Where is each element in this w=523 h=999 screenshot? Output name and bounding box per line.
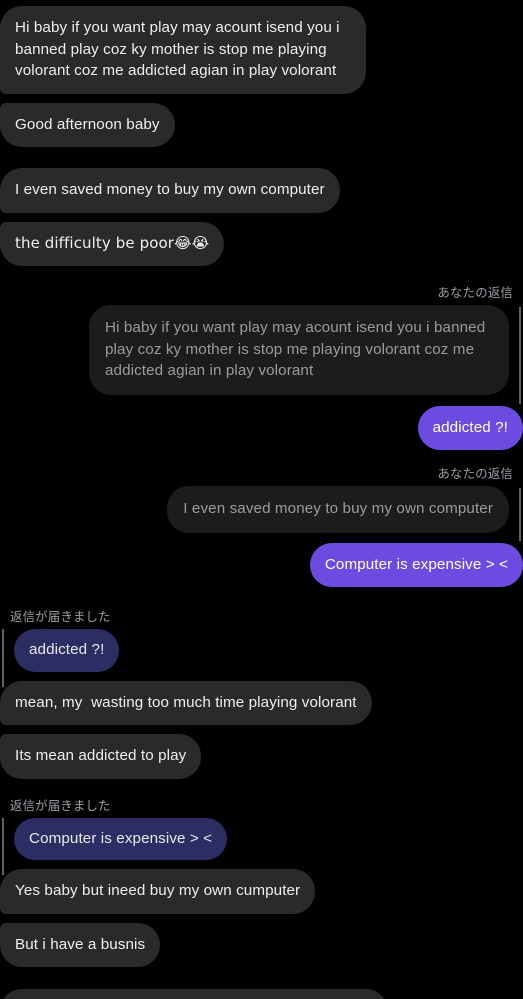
message-row[interactable]: mean, my wasting too much time playing v… xyxy=(0,680,523,725)
message-row[interactable]: Good afternoon baby xyxy=(0,102,523,147)
message-bubble-received[interactable]: But i have a busnis xyxy=(0,922,161,967)
quote-indicator-rail xyxy=(2,629,4,687)
message-bubble-received[interactable]: Good afternoon baby xyxy=(0,102,175,147)
reply-label-reply-received: 返信が届きました xyxy=(10,610,111,624)
echoed-reply-bubble[interactable]: addicted ?! xyxy=(14,629,120,672)
message-bubble-received[interactable]: the difficulty be poor😂😭 xyxy=(0,221,225,266)
message-row[interactable]: But i have a busnis xyxy=(0,922,523,967)
message-bubble-received[interactable]: mean, you're wasting too much time playi… xyxy=(0,989,389,999)
message-bubble-received[interactable]: Hi baby if you want play may acount isen… xyxy=(0,6,366,94)
message-bubble-received[interactable]: Its mean addicted to play xyxy=(0,734,202,779)
message-bubble-sent[interactable]: Computer is expensive > < xyxy=(309,542,523,587)
message-row[interactable]: addicted ?! xyxy=(0,405,523,450)
reply-block-incoming[interactable]: 返信が届きました Computer is expensive > < Yes b… xyxy=(0,798,523,967)
message-row[interactable]: I even saved money to buy my own compute… xyxy=(0,168,523,213)
reply-block-outgoing[interactable]: あなたの返信 I even saved money to buy my own … xyxy=(0,466,523,587)
reply-block-outgoing[interactable]: あなたの返信 Hi baby if you want play may acou… xyxy=(0,285,523,450)
message-row[interactable]: Hi baby if you want play may acount isen… xyxy=(0,6,523,94)
echoed-reply-bubble[interactable]: Computer is expensive > < xyxy=(14,817,228,860)
message-bubble-received[interactable]: Yes baby but ineed buy my own cumputer xyxy=(0,869,316,914)
quoted-message-bubble[interactable]: I even saved money to buy my own compute… xyxy=(167,486,509,533)
chat-conversation-view[interactable]: Hi baby if you want play may acount isen… xyxy=(0,0,523,999)
reply-label-reply-received: 返信が届きました xyxy=(10,798,111,813)
quoted-message-bubble[interactable]: Hi baby if you want play may acount isen… xyxy=(89,305,509,395)
message-row[interactable]: Its mean addicted to play xyxy=(0,734,523,779)
reply-block-incoming[interactable]: 返信が届きました addicted ?! mean, my wasting to… xyxy=(0,609,523,779)
message-row[interactable]: Computer is expensive > < xyxy=(0,542,523,587)
message-row[interactable]: the difficulty be poor😂😭 xyxy=(0,221,523,266)
message-bubble-received[interactable]: mean, my wasting too much time playing v… xyxy=(0,680,372,725)
quote-indicator-rail xyxy=(2,817,4,875)
reply-label-your-reply: あなたの返信 xyxy=(437,467,513,481)
message-row[interactable]: mean, you're wasting too much time playi… xyxy=(0,989,523,999)
message-bubble-received[interactable]: I even saved money to buy my own compute… xyxy=(0,168,340,213)
quote-indicator-rail xyxy=(519,307,521,404)
message-bubble-sent[interactable]: addicted ?! xyxy=(417,405,523,450)
quote-indicator-rail xyxy=(519,488,521,541)
reply-label-your-reply: あなたの返信 xyxy=(437,286,513,300)
message-row[interactable]: Yes baby but ineed buy my own cumputer xyxy=(0,869,523,914)
